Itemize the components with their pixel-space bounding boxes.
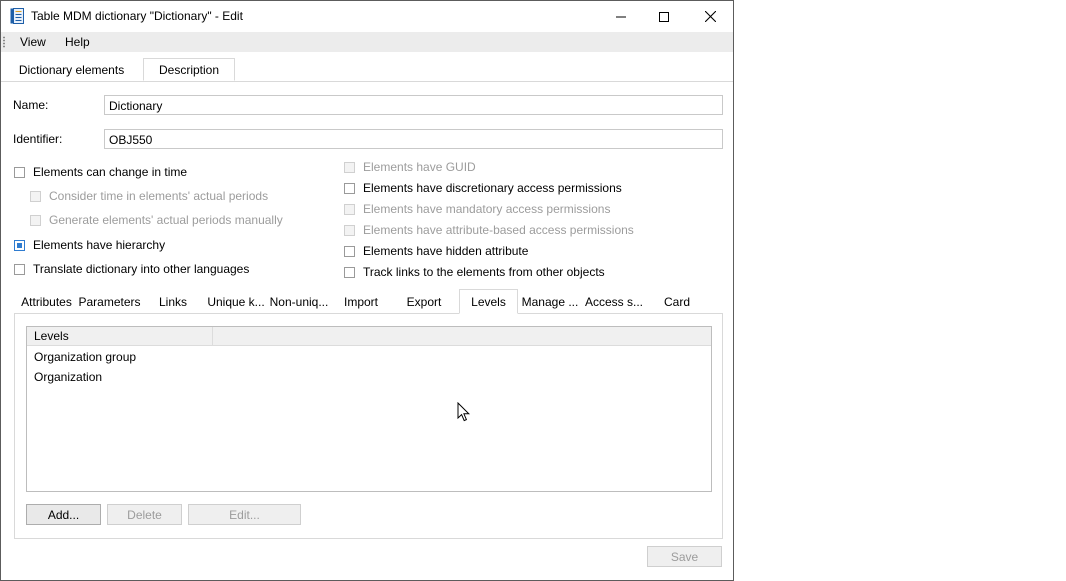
minimize-icon	[616, 16, 626, 17]
bottom-tab-strip: Attributes Parameters Links Unique k... …	[14, 289, 723, 314]
checkbox-box	[344, 182, 355, 194]
checkbox-label: Track links to the elements from other o…	[363, 265, 605, 279]
checkbox-box	[14, 263, 25, 275]
save-button[interactable]: Save	[647, 546, 722, 567]
checkbox-label: Consider time in elements' actual period…	[49, 189, 269, 203]
tab-manage[interactable]: Manage ...	[520, 289, 580, 314]
top-tab-strip: Dictionary elements Description	[1, 52, 733, 82]
track-links-checkbox[interactable]: Track links to the elements from other o…	[344, 265, 605, 279]
identifier-input[interactable]: OBJ550	[104, 129, 723, 149]
checkbox-box	[344, 245, 355, 257]
hidden-attribute-checkbox[interactable]: Elements have hidden attribute	[344, 244, 528, 258]
tab-divider	[1, 81, 733, 82]
name-label: Name:	[13, 98, 49, 112]
window-title: Table MDM dictionary "Dictionary" - Edit	[31, 9, 243, 23]
consider-time-checkbox[interactable]: Consider time in elements' actual period…	[30, 189, 268, 203]
tab-links[interactable]: Links	[152, 289, 194, 314]
levels-row[interactable]: Organization group	[34, 350, 136, 364]
mandatory-access-checkbox[interactable]: Elements have mandatory access permissio…	[344, 202, 610, 216]
menu-view[interactable]: View	[20, 35, 46, 49]
levels-column-header[interactable]: Levels	[27, 327, 213, 345]
checkbox-box	[344, 161, 355, 173]
add-level-button[interactable]: Add...	[26, 504, 101, 525]
maximize-button[interactable]	[641, 1, 687, 32]
checkbox-label: Elements have hidden attribute	[363, 244, 529, 258]
identifier-label: Identifier:	[13, 132, 63, 146]
tab-unique-keys[interactable]: Unique k...	[207, 289, 265, 314]
elements-have-guid-checkbox[interactable]: Elements have GUID	[344, 160, 476, 174]
edit-dialog-window: Table MDM dictionary "Dictionary" - Edit…	[0, 0, 734, 581]
levels-grid[interactable]: Levels Organization group Organization	[26, 326, 712, 492]
elements-have-hierarchy-checkbox[interactable]: Elements have hierarchy	[14, 238, 165, 252]
close-button[interactable]	[687, 1, 733, 32]
checkbox-box	[344, 266, 355, 278]
grip-icon	[3, 36, 5, 48]
checkbox-label: Generate elements' actual periods manual…	[49, 213, 283, 227]
discretionary-access-checkbox[interactable]: Elements have discretionary access permi…	[344, 181, 622, 195]
edit-level-button[interactable]: Edit...	[188, 504, 301, 525]
tab-dictionary-elements[interactable]: Dictionary elements	[13, 58, 130, 81]
menu-bar: View Help	[1, 32, 733, 52]
attribute-based-access-checkbox[interactable]: Elements have attribute-based access per…	[344, 223, 634, 237]
checkbox-label: Elements have discretionary access permi…	[363, 181, 622, 195]
checkbox-box	[344, 224, 355, 236]
checkbox-box	[344, 203, 355, 215]
menu-help[interactable]: Help	[65, 35, 90, 49]
checkbox-box	[30, 190, 41, 202]
tab-levels[interactable]: Levels	[459, 289, 518, 314]
levels-row[interactable]: Organization	[34, 370, 102, 384]
tab-export[interactable]: Export	[401, 289, 447, 314]
tab-access-settings[interactable]: Access s...	[584, 289, 644, 314]
tab-parameters[interactable]: Parameters	[78, 289, 141, 314]
elements-change-in-time-checkbox[interactable]: Elements can change in time	[14, 165, 187, 179]
checkbox-label: Elements have attribute-based access per…	[363, 223, 634, 237]
checkbox-label: Elements have GUID	[363, 160, 476, 174]
minimize-button[interactable]	[598, 1, 644, 32]
dictionary-icon	[10, 8, 24, 24]
tab-card[interactable]: Card	[654, 289, 700, 314]
levels-grid-header: Levels	[27, 327, 711, 346]
title-bar[interactable]: Table MDM dictionary "Dictionary" - Edit	[1, 1, 733, 32]
tab-description[interactable]: Description	[143, 58, 235, 81]
mouse-cursor-icon	[457, 401, 471, 422]
generate-periods-manually-checkbox[interactable]: Generate elements' actual periods manual…	[30, 213, 283, 227]
name-input[interactable]: Dictionary	[104, 95, 723, 115]
tab-non-unique[interactable]: Non-uniq...	[269, 289, 329, 314]
checkbox-label: Translate dictionary into other language…	[33, 262, 250, 276]
checkbox-box	[30, 214, 41, 226]
translate-dictionary-checkbox[interactable]: Translate dictionary into other language…	[14, 262, 249, 276]
checkbox-label: Elements have hierarchy	[33, 238, 166, 252]
maximize-icon	[659, 11, 669, 22]
tab-attributes[interactable]: Attributes	[19, 289, 74, 314]
checkbox-box	[14, 239, 25, 251]
checkbox-box	[14, 166, 25, 178]
tab-import[interactable]: Import	[337, 289, 385, 314]
close-icon	[704, 11, 716, 22]
checkbox-label: Elements have mandatory access permissio…	[363, 202, 611, 216]
delete-level-button[interactable]: Delete	[107, 504, 182, 525]
checkbox-label: Elements can change in time	[33, 165, 188, 179]
